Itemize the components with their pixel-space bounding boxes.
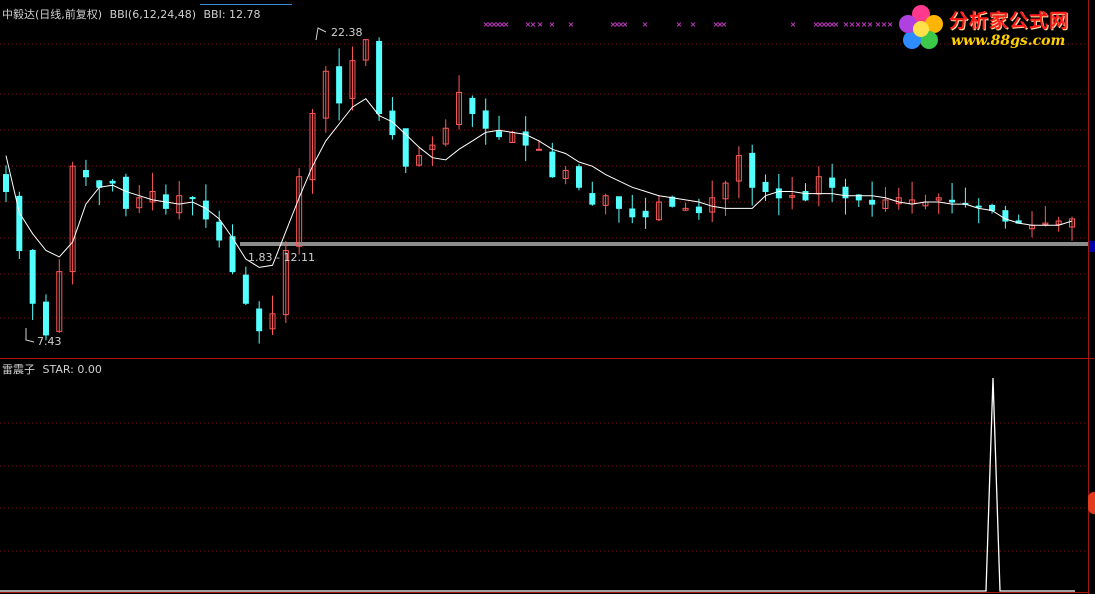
stock-name: 中毅达(日线,前复权) bbox=[2, 8, 103, 21]
signal-marks: ×××××× ×× × × × ×××× × × × ××× × ×××××× × × × × × × × × bbox=[483, 20, 894, 29]
signal-mark: × bbox=[549, 20, 556, 29]
candle-body bbox=[242, 274, 249, 304]
candle-body bbox=[989, 204, 996, 211]
candle-body bbox=[496, 131, 503, 138]
signal-mark: × bbox=[690, 20, 697, 29]
indicator-name: BBI(6,12,24,48) bbox=[109, 8, 196, 21]
candle-body bbox=[189, 197, 196, 200]
candle-body bbox=[122, 176, 129, 209]
sub-indicator-value: STAR: 0.00 bbox=[42, 363, 102, 376]
watermark-title: 分析家公式网 bbox=[949, 10, 1070, 32]
candle-body bbox=[575, 166, 582, 188]
indicator-value: BBI: 12.78 bbox=[203, 8, 261, 21]
candle-body bbox=[842, 186, 849, 199]
candle-body bbox=[802, 191, 809, 201]
signal-mark: × bbox=[568, 20, 575, 29]
candle-body bbox=[829, 177, 836, 188]
grid-lines bbox=[0, 0, 1095, 594]
support-band bbox=[240, 242, 1088, 246]
sub-indicator-name: 雷震子 bbox=[2, 363, 35, 376]
signal-mark: × bbox=[537, 20, 544, 29]
flower-logo-icon bbox=[899, 5, 943, 49]
low-pointer bbox=[25, 328, 35, 343]
stock-chart[interactable]: ×××××× ×× × × × ×××× × × × ××× × ×××××× × × × × × × × × bbox=[0, 0, 1095, 594]
watermark-logo: 分析家公式网 www.88gs.com bbox=[893, 0, 1093, 56]
candle-body bbox=[482, 110, 489, 129]
candle-body bbox=[29, 249, 36, 304]
candlestick-series bbox=[3, 37, 1075, 344]
scroll-handle[interactable] bbox=[1088, 492, 1095, 514]
signal-mark: × bbox=[721, 20, 728, 29]
candle-body bbox=[775, 188, 782, 199]
high-price-label: 22.38 bbox=[331, 26, 363, 39]
candle-body bbox=[629, 208, 636, 218]
candle-body bbox=[949, 199, 956, 203]
watermark-url: www.88gs.com bbox=[951, 33, 1066, 49]
signal-mark: × bbox=[530, 20, 537, 29]
candle-body bbox=[82, 170, 89, 178]
candle-body bbox=[615, 196, 622, 209]
candle-body bbox=[749, 152, 756, 188]
signal-mark: × bbox=[833, 20, 840, 29]
candle-body bbox=[642, 210, 649, 218]
signal-mark: × bbox=[867, 20, 874, 29]
high-pointer bbox=[315, 27, 327, 41]
candle-body bbox=[3, 174, 9, 192]
signal-mark: × bbox=[676, 20, 683, 29]
candle-body bbox=[376, 40, 383, 114]
candle-body bbox=[336, 66, 343, 104]
price-axis-tick bbox=[1089, 241, 1095, 252]
candle-body bbox=[695, 206, 702, 214]
candle-body bbox=[389, 110, 396, 136]
signal-mark: × bbox=[622, 20, 629, 29]
candle-body bbox=[762, 181, 769, 192]
candle-body bbox=[549, 151, 556, 178]
low-price-label: 7.43 bbox=[37, 335, 62, 348]
candle-body bbox=[96, 180, 103, 188]
candle-body bbox=[256, 308, 263, 332]
signal-mark: × bbox=[642, 20, 649, 29]
candle-body bbox=[229, 236, 236, 273]
candle-body bbox=[869, 199, 876, 205]
sub-panel-header: 雷震子 STAR: 0.00 bbox=[2, 361, 106, 377]
star-indicator-line bbox=[0, 377, 1075, 592]
candle-body bbox=[109, 180, 116, 184]
range-label: 1.83 - 12.11 bbox=[248, 251, 315, 264]
main-panel-header: 中毅达(日线,前复权) BBI(6,12,24,48) BBI: 12.78 bbox=[2, 6, 265, 22]
candle-body bbox=[536, 148, 542, 151]
candle-body bbox=[469, 97, 476, 114]
signal-mark: × bbox=[790, 20, 797, 29]
candle-body bbox=[975, 205, 982, 208]
candle-body bbox=[42, 301, 49, 336]
signal-mark: × bbox=[503, 20, 510, 29]
support-band-bar bbox=[240, 242, 1088, 246]
candle-body bbox=[589, 193, 596, 205]
candle-body bbox=[216, 221, 223, 241]
